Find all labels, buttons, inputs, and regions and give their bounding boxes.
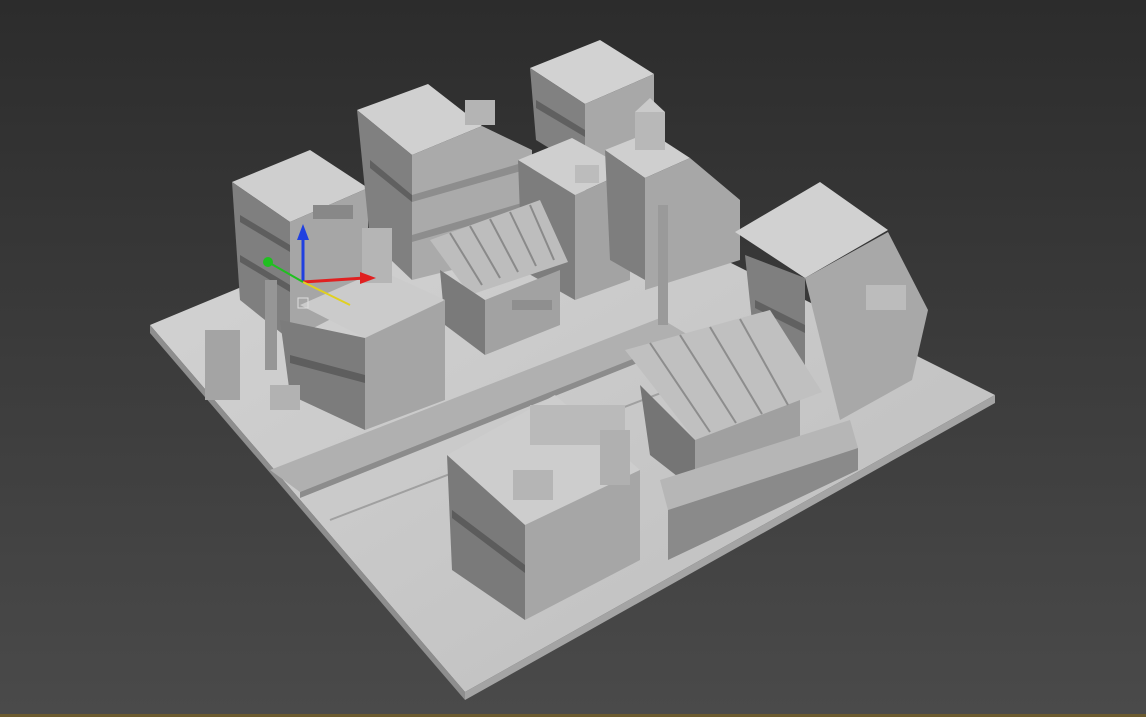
- scene-canvas[interactable]: [0, 0, 1146, 717]
- gizmo-pivot-handle[interactable]: [263, 257, 273, 267]
- 3d-viewport[interactable]: [0, 0, 1146, 717]
